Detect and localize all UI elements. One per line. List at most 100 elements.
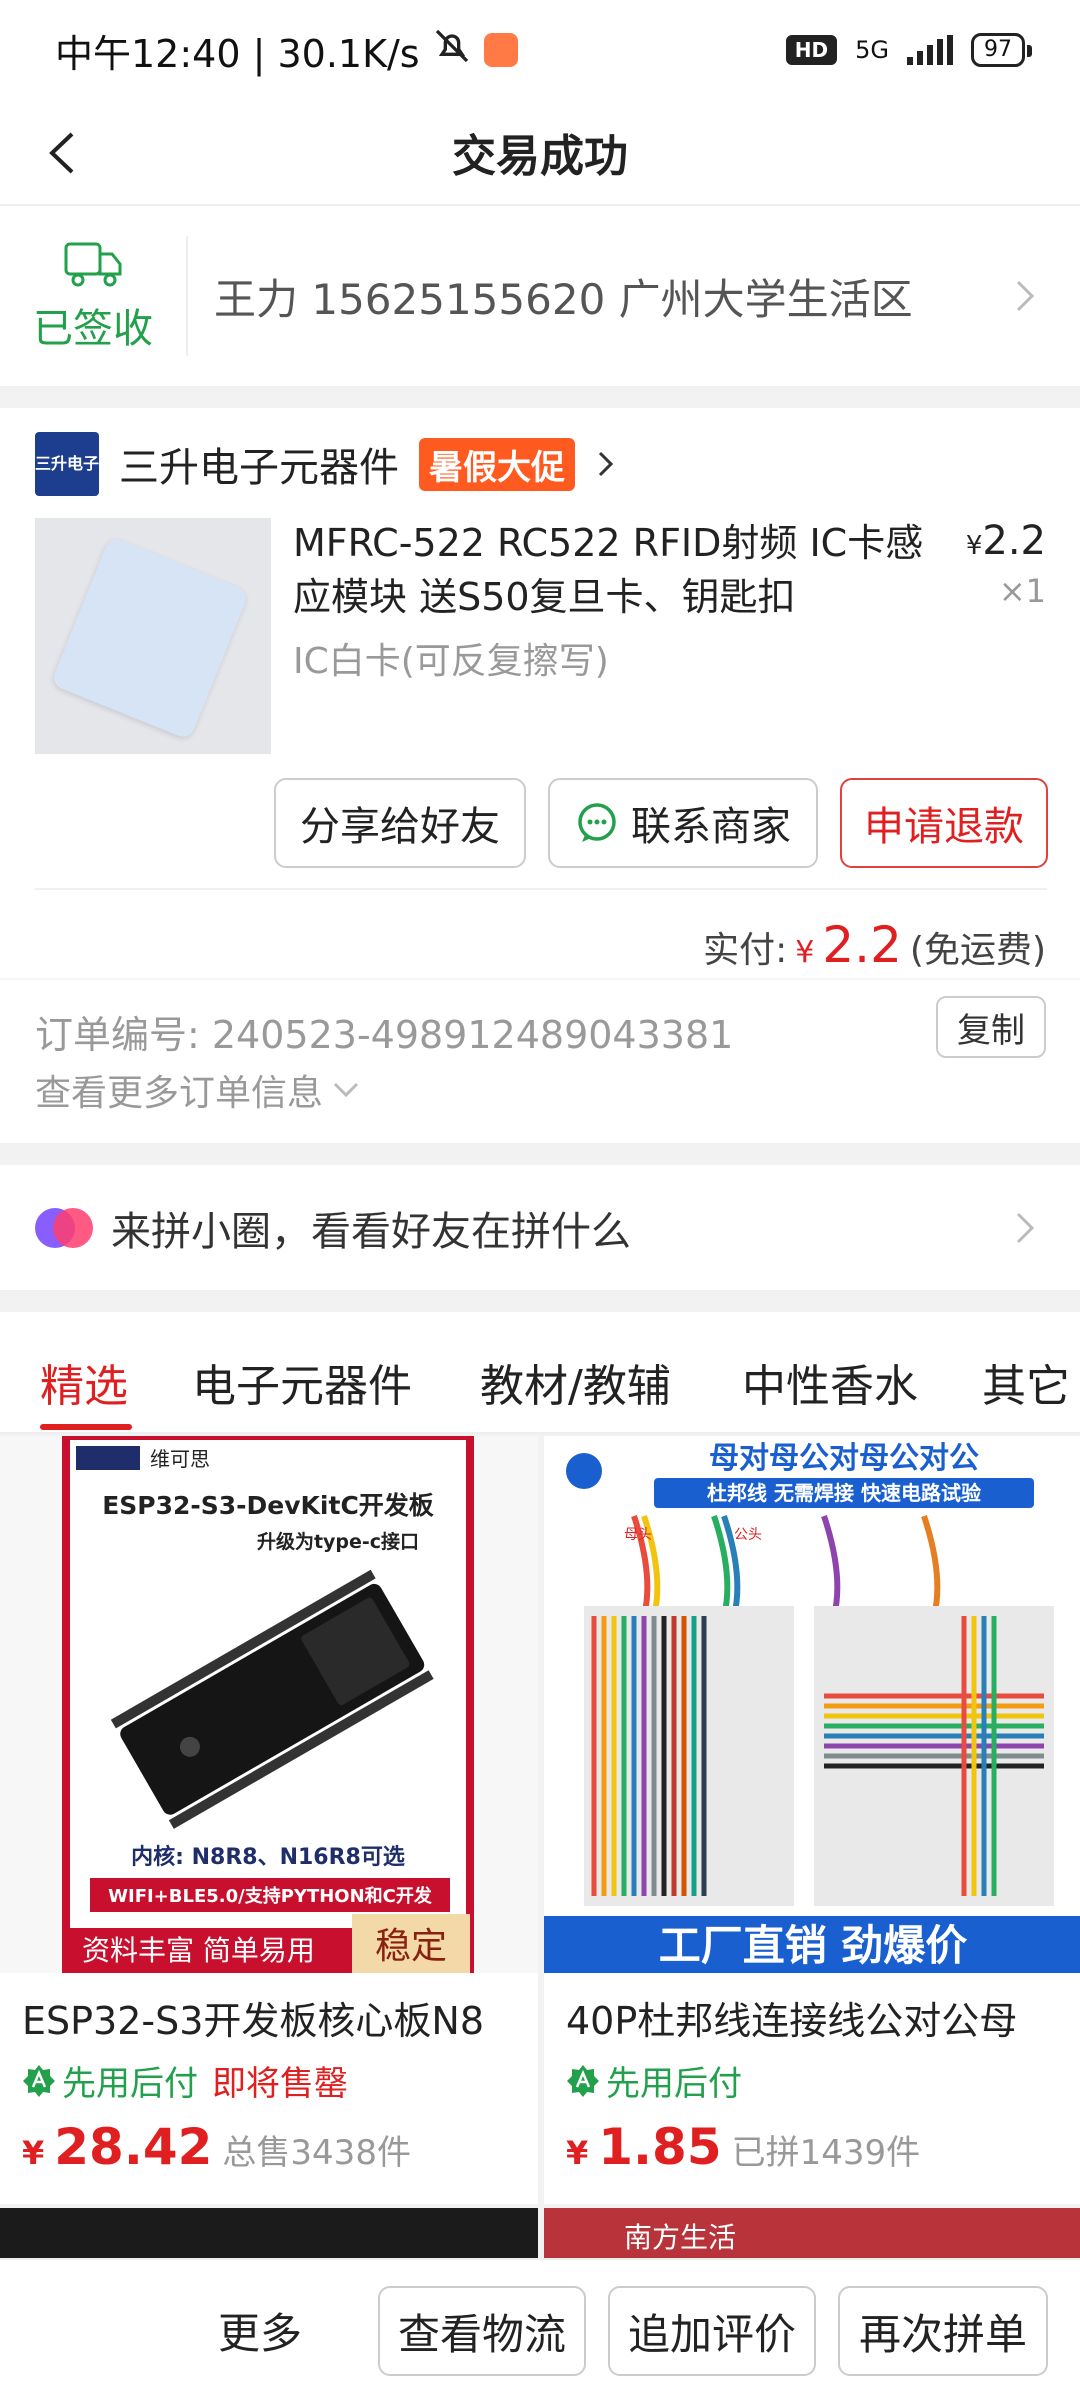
recommend-card[interactable]: 维可思 ESP32-S3-DevKitC开发板 升级为type-c接口 内核: … bbox=[0, 1436, 538, 2204]
reorder-button[interactable]: 再次拼单 bbox=[838, 2286, 1048, 2376]
sellout-tag: 即将售罄 bbox=[212, 2064, 348, 2104]
status-right: HD 5G 97 bbox=[785, 33, 1032, 67]
hd-icon: HD bbox=[785, 35, 838, 65]
section-divider bbox=[0, 978, 1080, 980]
female-connector-label: 母头 bbox=[624, 1527, 652, 1543]
divider bbox=[35, 888, 1047, 890]
copy-button[interactable]: 复制 bbox=[936, 996, 1046, 1058]
back-button[interactable] bbox=[38, 128, 88, 178]
tab-other[interactable]: 其它 bbox=[982, 1350, 1070, 1414]
paid-label: 实付: bbox=[703, 930, 788, 971]
currency-symbol: ¥ bbox=[22, 2134, 45, 2172]
sales-count: 总售3438件 bbox=[222, 2133, 411, 2173]
add-review-button[interactable]: 追加评价 bbox=[608, 2286, 816, 2376]
male-connector-label: 公头 bbox=[734, 1527, 762, 1543]
next-card-peek bbox=[0, 2208, 538, 2258]
delivery-status: 已签收 bbox=[0, 238, 186, 354]
network-label: 5G bbox=[855, 36, 889, 64]
chat-bubble-icon bbox=[578, 803, 616, 842]
price-value: 28.42 bbox=[54, 2118, 213, 2176]
more-order-info-label: 查看更多订单信息 bbox=[35, 1073, 324, 1114]
tab-electronics[interactable]: 电子元器件 bbox=[192, 1350, 412, 1414]
order-card: 三升电子 三升电子元器件 暑假大促 MFRC-522 RC522 RFID射频 … bbox=[0, 408, 1080, 1143]
more-button[interactable]: 更多 bbox=[218, 2300, 302, 2361]
sales-count: 已拼1439件 bbox=[731, 2133, 921, 2173]
product-image[interactable] bbox=[35, 518, 271, 754]
friends-circle-text: 来拼小圈，看看好友在拼什么 bbox=[111, 1208, 631, 1255]
recommend-title: ESP32-S3开发板核心板N8 bbox=[22, 1999, 485, 2043]
paid-amount: 2.2 bbox=[822, 916, 902, 974]
price-value: 1.85 bbox=[598, 2118, 722, 2176]
mute-bell-icon bbox=[432, 26, 472, 75]
shop-logo: 三升电子 bbox=[35, 432, 99, 496]
refund-button[interactable]: 申请退款 bbox=[840, 778, 1048, 868]
product-spec: IC白卡(可反复擦写) bbox=[293, 641, 609, 682]
truck-icon bbox=[64, 242, 122, 287]
page-title: 交易成功 bbox=[452, 131, 628, 182]
currency-symbol: ¥ bbox=[965, 531, 983, 561]
tab-textbooks[interactable]: 教材/教辅 bbox=[480, 1350, 671, 1414]
share-button[interactable]: 分享给好友 bbox=[274, 778, 526, 868]
next-card-peek: 南方生活 bbox=[544, 2208, 1080, 2258]
pay-later-label: 先用后付 bbox=[606, 2064, 742, 2104]
signal-icon bbox=[907, 35, 953, 65]
image-stable-text: 稳定 bbox=[375, 1926, 447, 1967]
paid-amount-row: 实付: ¥ 2.2 (免运费) bbox=[703, 916, 1046, 974]
delivery-section[interactable]: 已签收 王力 15625155620 广州大学生活区 bbox=[0, 206, 1080, 386]
app-notification-icon bbox=[483, 33, 518, 67]
category-tabs: 精选 电子元器件 教材/教辅 中性香水 其它 bbox=[0, 1312, 1080, 1434]
chevron-left-icon bbox=[49, 132, 74, 174]
recommend-price: ¥ 1.85 已拼1439件 bbox=[566, 2118, 920, 2176]
image-feature-text: WIFI+BLE5.0/支持PYTHON和C开发 bbox=[108, 1885, 433, 1907]
contact-seller-label: 联系商家 bbox=[631, 804, 791, 850]
image-headline: 母对母公对母公对公 bbox=[709, 1441, 979, 1476]
pay-later-tag: 先用后付 bbox=[566, 2056, 742, 2105]
tab-selected[interactable]: 精选 bbox=[40, 1350, 128, 1414]
currency-symbol: ¥ bbox=[566, 2134, 589, 2172]
product-price-value: 2.2 bbox=[982, 518, 1046, 564]
brand-text: 维可思 bbox=[150, 1447, 210, 1471]
shipping-note: (免运费) bbox=[909, 930, 1046, 971]
friends-circle-icon bbox=[35, 1207, 93, 1248]
image-banner-text: 资料丰富 简单易用 bbox=[82, 1934, 315, 1967]
pay-later-icon bbox=[567, 2064, 599, 2097]
shop-name: 三升电子元器件 bbox=[119, 445, 399, 491]
view-logistics-button[interactable]: 查看物流 bbox=[378, 2286, 586, 2376]
chevron-right-icon bbox=[598, 451, 614, 477]
currency-symbol: ¥ bbox=[795, 935, 815, 970]
promo-badge: 暑假大促 bbox=[419, 437, 575, 491]
recommend-card[interactable]: 母对母公对母公对公 杜邦线 无需焊接 快速电路试验 母头 公头 工厂直销 劲爆价… bbox=[544, 1436, 1080, 2204]
friends-circle-row[interactable]: 来拼小圈，看看好友在拼什么 bbox=[0, 1165, 1080, 1290]
battery-icon: 97 bbox=[971, 33, 1032, 67]
image-subline: 杜邦线 无需焊接 快速电路试验 bbox=[707, 1481, 981, 1505]
pay-later-icon bbox=[23, 2064, 55, 2097]
shop-row[interactable]: 三升电子 三升电子元器件 暑假大促 bbox=[35, 432, 617, 496]
status-bar: 中午12:40 | 30.1K/s HD 5G 97 bbox=[0, 0, 1080, 100]
chevron-right-icon bbox=[1016, 1212, 1035, 1243]
more-order-info-link[interactable]: 查看更多订单信息 bbox=[35, 1064, 361, 1116]
product-title[interactable]: MFRC-522 RC522 RFID射频 IC卡感应模块 送S50复旦卡、钥匙… bbox=[293, 516, 933, 624]
tab-underline bbox=[40, 1424, 132, 1430]
product-image: 维可思 ESP32-S3-DevKitC开发板 升级为type-c接口 内核: … bbox=[0, 1436, 538, 1973]
chevron-right-icon bbox=[1016, 280, 1035, 312]
contact-seller-button[interactable]: 联系商家 bbox=[548, 778, 818, 868]
chevron-down-icon bbox=[333, 1082, 359, 1098]
product-image: 母对母公对母公对公 杜邦线 无需焊接 快速电路试验 母头 公头 工厂直销 劲爆价 bbox=[544, 1436, 1080, 1973]
ic-card-picture bbox=[50, 535, 250, 741]
delivery-status-label: 已签收 bbox=[33, 306, 153, 352]
recommend-tags: 先用后付 即将售罄 bbox=[22, 2056, 348, 2105]
image-subline: 升级为type-c接口 bbox=[257, 1530, 419, 1553]
pay-later-tag: 先用后付 bbox=[22, 2056, 198, 2105]
product-quantity: ×1 bbox=[998, 572, 1046, 610]
recommend-price: ¥ 28.42 总售3438件 bbox=[22, 2118, 411, 2176]
order-number: 订单编号: 240523-498912489043381 bbox=[35, 1013, 734, 1057]
nav-bar: 交易成功 bbox=[0, 100, 1080, 206]
image-banner-text: 工厂直销 劲爆价 bbox=[659, 1921, 968, 1970]
status-time: 中午12:40 | 30.1K/s bbox=[55, 31, 420, 76]
product-price: ¥2.2 bbox=[966, 518, 1046, 564]
tab-perfume[interactable]: 中性香水 bbox=[742, 1350, 918, 1414]
delivery-address: 王力 15625155620 广州大学生活区 bbox=[214, 274, 913, 324]
image-core-text: 内核: N8R8、N16R8可选 bbox=[131, 1844, 405, 1870]
image-headline: ESP32-S3-DevKitC开发板 bbox=[102, 1491, 434, 1520]
next-card-brand: 南方生活 bbox=[624, 2221, 737, 2254]
